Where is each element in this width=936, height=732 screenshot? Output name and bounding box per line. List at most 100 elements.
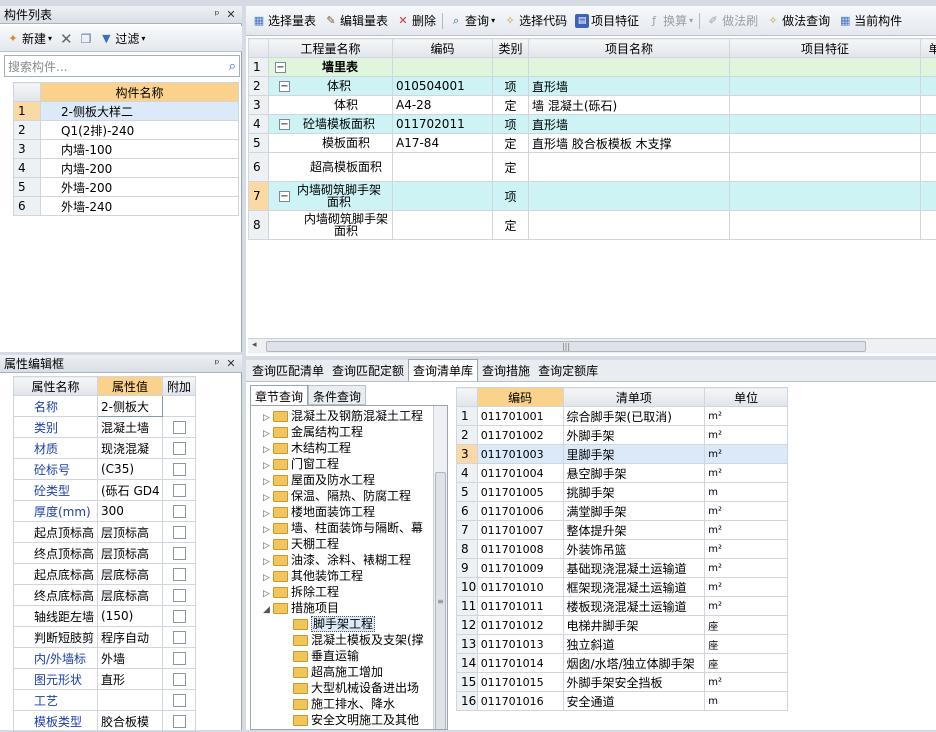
bill-row[interactable]: 10011701010框架现浇混凝土运输道m² xyxy=(457,578,788,597)
property-row[interactable]: 内/外墙标外墙 xyxy=(14,648,196,669)
tab-match-quota[interactable]: 查询匹配定额 xyxy=(328,360,408,381)
tab-condition-query[interactable]: 条件查询 xyxy=(308,385,366,405)
bill-row[interactable]: 6011701006满堂脚手架m² xyxy=(457,502,788,521)
qty-row[interactable]: 6超高模板面积定 xyxy=(249,153,936,182)
component-name[interactable]: 外墙-240 xyxy=(41,197,239,216)
qty-type[interactable]: 定 xyxy=(493,211,529,240)
qty-code[interactable] xyxy=(393,211,493,240)
extra-checkbox[interactable] xyxy=(173,673,186,686)
tree-node[interactable]: ▷楼地面装饰工程 xyxy=(263,504,447,520)
qty-item-name[interactable] xyxy=(529,153,730,182)
qty-item-name[interactable] xyxy=(529,58,730,77)
tree-node[interactable]: 垂直运输 xyxy=(263,648,447,664)
bill-item[interactable]: 满堂脚手架 xyxy=(563,502,705,521)
qty-name[interactable]: 超高模板面积 xyxy=(301,161,391,173)
tree-node[interactable]: 脚手架工程 xyxy=(263,616,447,632)
qty-item-name[interactable]: 墙 混凝土(砾石) xyxy=(529,96,730,115)
qty-item-feature[interactable] xyxy=(730,211,921,240)
extra-checkbox[interactable] xyxy=(173,631,186,644)
qty-item-name[interactable]: 直形墙 xyxy=(529,115,730,134)
tree-vertical-scrollbar[interactable]: ≡ xyxy=(433,406,447,730)
tree-scroll-thumb[interactable]: ≡ xyxy=(435,472,446,730)
qty-code[interactable] xyxy=(393,58,493,77)
property-row[interactable]: 工艺 xyxy=(14,690,196,711)
bill-item[interactable]: 外脚手架 xyxy=(563,426,705,445)
delete-icon[interactable]: ✕ xyxy=(56,29,77,49)
bill-code[interactable]: 011701006 xyxy=(477,502,563,521)
property-row[interactable]: 砼类型(砾石 GD4 xyxy=(14,480,196,501)
qty-name[interactable]: 体积 xyxy=(301,99,391,111)
bill-item[interactable]: 独立斜道 xyxy=(563,635,705,654)
extra-checkbox[interactable] xyxy=(173,547,186,560)
component-row[interactable]: 4内墙-200 xyxy=(14,159,239,178)
qty-unit[interactable] xyxy=(921,134,936,153)
qty-item-feature[interactable] xyxy=(730,115,921,134)
qty-unit[interactable] xyxy=(921,58,936,77)
bill-code[interactable]: 011701010 xyxy=(477,578,563,597)
qty-type[interactable]: 项 xyxy=(493,182,529,211)
qty-row[interactable]: 2−体积010504001项直形墙 xyxy=(249,77,936,96)
bill-item[interactable]: 悬空脚手架 xyxy=(563,464,705,483)
qty-unit[interactable] xyxy=(921,153,936,182)
property-row[interactable]: 起点底标高层底标高 xyxy=(14,564,196,585)
bill-unit[interactable]: 座 xyxy=(705,616,788,635)
bill-row[interactable]: 13011701013独立斜道座 xyxy=(457,635,788,654)
extra-checkbox[interactable] xyxy=(173,526,186,539)
bill-code[interactable]: 011701013 xyxy=(477,635,563,654)
extra-checkbox[interactable] xyxy=(173,610,186,623)
qty-type[interactable]: 定 xyxy=(493,134,529,153)
bill-code[interactable]: 011701014 xyxy=(477,654,563,673)
bill-code[interactable]: 011701002 xyxy=(477,426,563,445)
tree-node[interactable]: 施工排水、降水 xyxy=(263,696,447,712)
bill-unit[interactable]: m² xyxy=(705,540,788,559)
tab-chapter-query[interactable]: 章节查询 xyxy=(250,385,308,405)
tree-node[interactable]: 大型机械设备进出场 xyxy=(263,680,447,696)
tree-node[interactable]: ◢措施项目 xyxy=(263,600,447,616)
property-row[interactable]: 判断短肢剪程序自动 xyxy=(14,627,196,648)
property-value[interactable]: 外墙 xyxy=(98,648,163,669)
bill-code[interactable]: 011701011 xyxy=(477,597,563,616)
property-value[interactable]: 300 xyxy=(98,501,163,522)
search-icon[interactable]: ⌕ xyxy=(229,59,236,74)
bill-item[interactable]: 外脚手架安全挡板 xyxy=(563,673,705,692)
bill-item[interactable]: 基础现浇混凝土运输道 xyxy=(563,559,705,578)
qty-name[interactable]: 模板面积 xyxy=(301,137,391,149)
bill-unit[interactable]: 座 xyxy=(705,635,788,654)
horizontal-scroll-thumb[interactable]: ||| xyxy=(266,341,866,352)
bill-unit[interactable]: m² xyxy=(705,521,788,540)
property-value[interactable]: 层底标高 xyxy=(98,564,163,585)
bill-unit[interactable]: m² xyxy=(705,578,788,597)
bill-row[interactable]: 12011701012电梯井脚手架座 xyxy=(457,616,788,635)
component-name[interactable]: 2-侧板大样二 xyxy=(41,102,239,121)
item-feature-button[interactable]: ▤项目特征 xyxy=(571,11,643,31)
qty-code[interactable] xyxy=(393,182,493,211)
qty-item-name[interactable] xyxy=(529,211,730,240)
qty-unit[interactable] xyxy=(921,96,936,115)
property-row[interactable]: 厚度(mm)300 xyxy=(14,501,196,522)
property-value[interactable]: 混凝土墙 xyxy=(98,417,163,438)
bill-row[interactable]: 7011701007整体提升架m² xyxy=(457,521,788,540)
property-value[interactable]: 现浇混凝 xyxy=(98,438,163,459)
bill-unit[interactable]: m² xyxy=(705,426,788,445)
extra-checkbox[interactable] xyxy=(173,568,186,581)
close-icon[interactable]: ✕ xyxy=(224,357,238,370)
bill-row[interactable]: 11011701011楼板现浇混凝土运输道m² xyxy=(457,597,788,616)
new-button[interactable]: ✦新建▾ xyxy=(2,29,56,49)
bill-row[interactable]: 4011701004悬空脚手架m² xyxy=(457,464,788,483)
qty-name[interactable]: 砼墙模板面积 xyxy=(294,118,384,130)
property-row[interactable]: 类别混凝土墙 xyxy=(14,417,196,438)
bill-code[interactable]: 011701008 xyxy=(477,540,563,559)
bill-unit[interactable]: m xyxy=(705,483,788,502)
bill-row[interactable]: 3011701003里脚手架m² xyxy=(457,445,788,464)
collapse-icon[interactable]: − xyxy=(279,191,290,202)
tree-node[interactable]: ▷木结构工程 xyxy=(263,440,447,456)
bill-item[interactable]: 安全通道 xyxy=(563,692,705,711)
tree-node[interactable]: 安全文明施工及其他 xyxy=(263,712,447,728)
method-brush-button[interactable]: ✐做法刷 xyxy=(702,11,762,31)
tree-node[interactable]: ▷其他装饰工程 xyxy=(263,568,447,584)
property-value[interactable]: (150) xyxy=(98,606,163,627)
property-value[interactable]: 层顶标高 xyxy=(98,522,163,543)
delete-button[interactable]: ✕删除 xyxy=(392,11,440,31)
expand-arrow-icon[interactable]: ◢ xyxy=(263,602,273,618)
property-row[interactable]: 终点底标高层底标高 xyxy=(14,585,196,606)
